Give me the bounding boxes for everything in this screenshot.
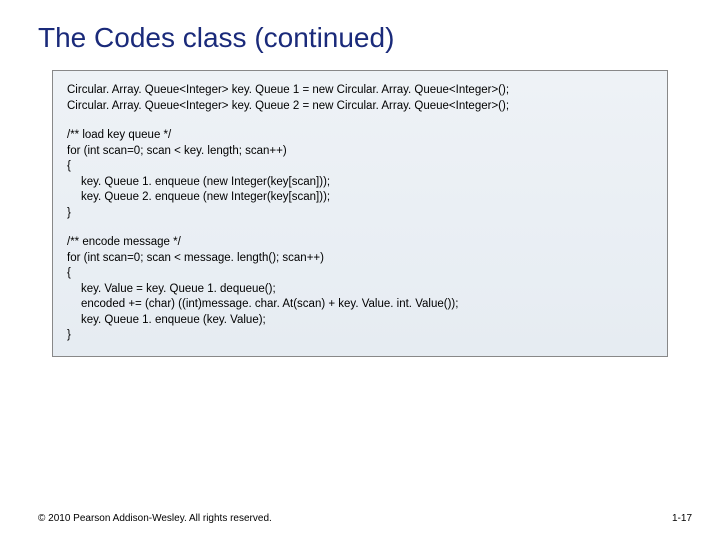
code-line: key. Queue 1. enqueue (key. Value);	[67, 313, 653, 329]
code-line: Circular. Array. Queue<Integer> key. Que…	[67, 99, 653, 115]
code-box: Circular. Array. Queue<Integer> key. Que…	[52, 70, 668, 357]
page-number: 1-17	[672, 513, 692, 524]
code-line: key. Queue 2. enqueue (new Integer(key[s…	[67, 190, 653, 206]
code-line: }	[67, 328, 653, 344]
code-line: {	[67, 159, 653, 175]
code-line: {	[67, 266, 653, 282]
slide-title: The Codes class (continued)	[38, 22, 394, 54]
code-line: encoded += (char) ((int)message. char. A…	[67, 297, 653, 313]
code-line: key. Queue 1. enqueue (new Integer(key[s…	[67, 175, 653, 191]
code-line: for (int scan=0; scan < message. length(…	[67, 251, 653, 267]
code-line: /** encode message */	[67, 235, 653, 251]
code-line: }	[67, 206, 653, 222]
code-line: key. Value = key. Queue 1. dequeue();	[67, 282, 653, 298]
copyright-footer: © 2010 Pearson Addison-Wesley. All right…	[38, 513, 272, 524]
code-line: /** load key queue */	[67, 128, 653, 144]
code-line: Circular. Array. Queue<Integer> key. Que…	[67, 83, 653, 99]
code-line: for (int scan=0; scan < key. length; sca…	[67, 144, 653, 160]
